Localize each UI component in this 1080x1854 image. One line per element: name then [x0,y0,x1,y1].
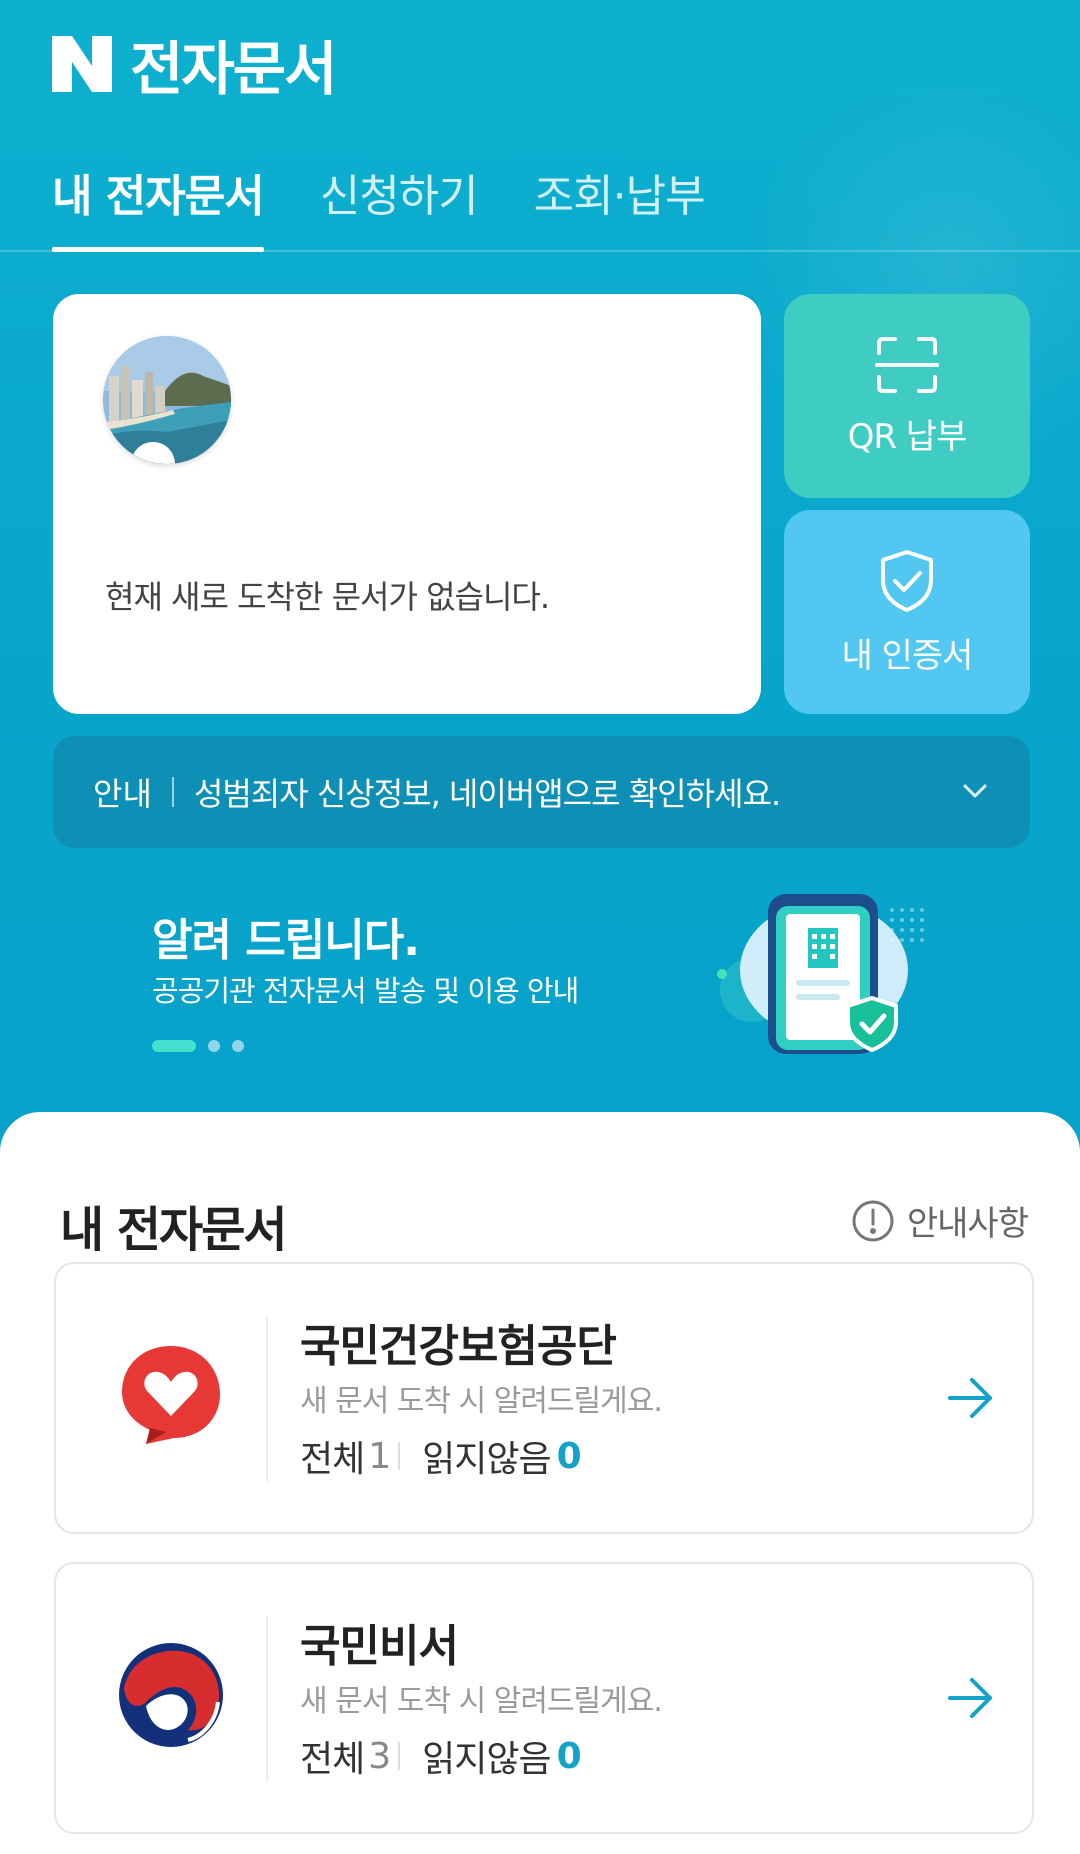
app-header: 전자문서 [52,22,337,106]
document-org-name: 국민비서 [300,1621,459,1672]
promo-title[interactable]: 알려 드립니다. [152,904,420,968]
qr-payment-button[interactable]: QR 납부 [784,294,1030,498]
my-certificate-label: 내 인증서 [841,635,974,676]
arrow-right-icon[interactable] [946,1676,996,1720]
shield-check-icon [881,549,933,612]
documents-sheet: 내 전자문서 안내사항 국민건강보험공단 새 문서 도착 시 알려드릴게요. 전… [0,1112,1080,1854]
carousel-indicator [152,1040,244,1052]
qr-scan-icon [875,336,939,393]
phone-document-illustration-icon [717,894,924,1054]
document-stats: 전체 1 읽지않음 0 [300,1430,582,1482]
stats-separator [398,1442,401,1470]
tab-apply[interactable]: 신청하기 [320,160,479,252]
info-icon [852,1200,894,1241]
tab-bar: 내 전자문서 신청하기 조회·납부 [52,160,706,252]
promo-subtitle[interactable]: 공공기관 전자문서 발송 및 이용 안내 [152,968,579,1010]
document-stats: 전체 3 읽지않음 0 [300,1730,582,1782]
tab-divider [0,250,1080,252]
no-new-documents-message: 현재 새로 도착한 문서가 없습니다. [105,578,550,616]
total-label: 전체 [300,1739,365,1780]
total-label: 전체 [300,1439,365,1480]
section-title: 내 전자문서 [60,1202,288,1258]
qr-payment-label: QR 납부 [847,416,968,457]
document-description: 새 문서 도착 시 알려드릴게요. [300,1684,663,1719]
taegeuk-logo-icon [119,1643,223,1747]
naver-n-icon [52,36,112,92]
document-card-gov-secretary[interactable]: 국민비서 새 문서 도착 시 알려드릴게요. 전체 3 읽지않음 0 [54,1562,1034,1834]
card-divider [266,1316,268,1482]
arrow-right-icon[interactable] [946,1376,996,1420]
carousel-dot-active[interactable] [152,1040,196,1052]
notice-link[interactable]: 안내사항 [851,1196,1029,1245]
card-divider [266,1616,268,1782]
notice-bar[interactable]: 안내 성범죄자 신상정보, 네이버앱으로 확인하세요. [53,736,1030,848]
tab-inquiry-payment[interactable]: 조회·납부 [534,160,706,252]
app-title: 전자문서 [130,35,337,103]
total-count: 1 [368,1435,391,1477]
nhis-heart-logo-icon [122,1346,220,1444]
top-panel: 전자문서 내 전자문서 신청하기 조회·납부 현재 새로 도착한 문서가 없습니… [0,0,1080,1130]
unread-count: 0 [556,1735,582,1777]
chevron-down-icon[interactable] [960,776,990,806]
avatar-photo [103,336,231,464]
unread-label: 읽지않음 [422,1739,551,1780]
unread-label: 읽지않음 [422,1439,551,1480]
unread-count: 0 [556,1435,582,1477]
tab-my-documents[interactable]: 내 전자문서 [52,160,265,252]
document-card-nhis[interactable]: 국민건강보험공단 새 문서 도착 시 알려드릴게요. 전체 1 읽지않음 0 [54,1262,1034,1534]
notice-text: 성범죄자 신상정보, 네이버앱으로 확인하세요. [193,775,781,813]
carousel-dot[interactable] [208,1040,220,1052]
profile-card: 현재 새로 도착한 문서가 없습니다. [53,294,761,714]
document-org-name: 국민건강보험공단 [300,1321,617,1372]
notice-separator [171,777,174,807]
my-certificate-button[interactable]: 내 인증서 [784,510,1030,714]
document-description: 새 문서 도착 시 알려드릴게요. [300,1384,663,1419]
notice-tag: 안내 [93,775,152,813]
carousel-dot[interactable] [232,1040,244,1052]
stats-separator [398,1742,401,1770]
avatar[interactable] [103,336,231,464]
notice-link-label: 안내사항 [906,1204,1029,1244]
total-count: 3 [368,1735,391,1777]
